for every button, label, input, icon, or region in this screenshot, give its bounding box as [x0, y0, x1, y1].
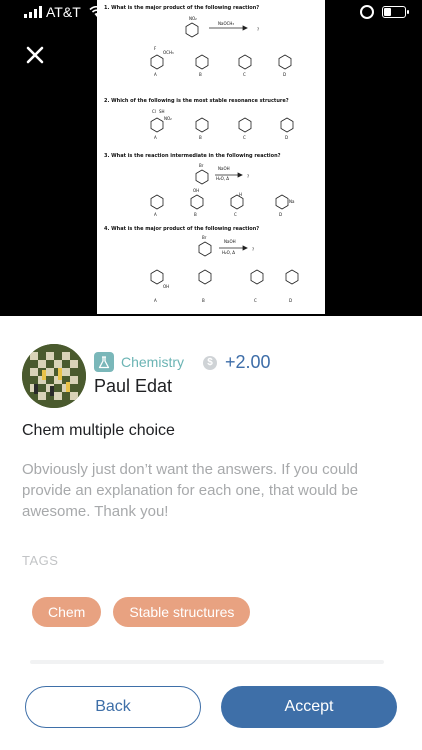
- q2-answer-a: A: [154, 135, 157, 140]
- close-icon[interactable]: [24, 44, 46, 66]
- subject-badge: Chemistry: [94, 352, 184, 372]
- q4-answer-c: C: [254, 298, 257, 303]
- q4-answer-b: B: [202, 298, 205, 303]
- price-value: +2.00: [225, 352, 271, 372]
- q2-answer-b: B: [199, 135, 202, 140]
- q1-label-methoxy: OCH₃: [163, 50, 174, 55]
- q2-answer-c: C: [243, 135, 246, 140]
- avatar[interactable]: [22, 344, 86, 408]
- signal-icon: [24, 6, 42, 18]
- q1-label-fluoro: F: [154, 46, 157, 51]
- tag-list: Chem Stable structures: [32, 597, 251, 627]
- q4-answer-a: A: [154, 298, 157, 303]
- tag-stable-structures[interactable]: Stable structures: [113, 597, 251, 627]
- q3-label-sodium: Na: [289, 199, 295, 204]
- q1-label-nitro: NO₂: [189, 16, 197, 21]
- q1-answer-b: B: [199, 72, 202, 77]
- q3-product-unknown: ?: [247, 174, 249, 179]
- q3-label-oh: OH: [193, 188, 199, 193]
- q3-label-bromo: Br: [199, 163, 204, 168]
- question-title: Chem multiple choice: [22, 422, 175, 439]
- q2-label-thiol: SH: [159, 109, 165, 114]
- battery-icon: [382, 6, 409, 18]
- carrier-name: AT&T: [46, 4, 81, 20]
- author-name: Paul Edat: [94, 376, 173, 396]
- q4-label-oh: OH: [163, 284, 169, 289]
- dollar-icon: $: [203, 355, 217, 370]
- q2-label-nitro: NO₂: [164, 116, 172, 121]
- q4-conditions: H₂O, Δ: [222, 250, 235, 255]
- image-viewer: AT&T NaOCH₃ ? NO₂ OCH₃ F A B C D Cl SH N…: [0, 0, 422, 316]
- worksheet-question-1: 1. What is the major product of the foll…: [104, 5, 260, 11]
- accept-button[interactable]: Accept: [221, 686, 397, 728]
- back-button[interactable]: Back: [25, 686, 201, 728]
- q1-product-unknown: ?: [257, 27, 259, 32]
- q3-answer-d: D: [279, 212, 282, 217]
- q3-answer-b: B: [194, 212, 197, 217]
- tags-heading: TAGS: [22, 553, 59, 568]
- q1-answer-d: D: [283, 72, 286, 77]
- q3-conditions: H₂O, Δ: [216, 176, 229, 181]
- orientation-lock-icon: [360, 5, 374, 19]
- q4-answer-d: D: [289, 298, 292, 303]
- q1-reagent: NaOCH₃: [218, 21, 234, 26]
- q4-label-bromo: Br: [202, 235, 207, 240]
- q3-label-h: H: [239, 192, 242, 197]
- q2-answer-d: D: [285, 135, 288, 140]
- question-image: NaOCH₃ ? NO₂ OCH₃ F A B C D Cl SH NO₂ A …: [97, 0, 325, 314]
- q2-label-chloro: Cl: [152, 109, 156, 114]
- price-badge: $ +2.00: [203, 352, 271, 373]
- q1-answer-c: C: [243, 72, 246, 77]
- q3-reagent: NaOH: [218, 166, 230, 171]
- q3-answer-c: C: [234, 212, 237, 217]
- question-description: Obviously just don’t want the answers. I…: [22, 461, 359, 520]
- q4-reagent: NaOH: [224, 239, 236, 244]
- worksheet-question-2: 2. Which of the following is the most st…: [104, 98, 289, 104]
- tag-chem[interactable]: Chem: [32, 597, 102, 627]
- flask-icon: [94, 352, 114, 372]
- chessboard-avatar-icon: [22, 344, 86, 408]
- subject-name: Chemistry: [121, 354, 185, 370]
- q4-product-unknown: ?: [252, 247, 254, 252]
- worksheet-question-3: 3. What is the reaction intermediate in …: [104, 153, 281, 159]
- q1-answer-a: A: [154, 72, 157, 77]
- q3-answer-a: A: [154, 212, 157, 217]
- worksheet-question-4: 4. What is the major product of the foll…: [104, 226, 260, 232]
- divider: [30, 660, 384, 664]
